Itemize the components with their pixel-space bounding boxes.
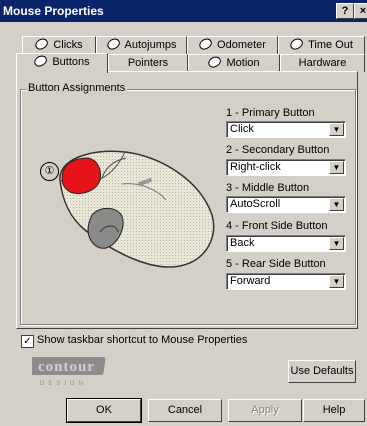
assignment-label-4: 4 - Front Side Button [226, 220, 328, 232]
tab-buttons[interactable]: Buttons [16, 53, 108, 73]
button-label: Apply [251, 404, 279, 416]
mouse-icon [206, 55, 224, 70]
tab-label: Time Out [308, 39, 353, 51]
dropdown-arrow-icon[interactable]: ▼ [329, 237, 344, 250]
tab-pointers[interactable]: Pointers [108, 54, 188, 72]
tab-label: Pointers [127, 57, 169, 69]
select-value: Forward [230, 275, 271, 287]
tab-autojumps[interactable]: Autojumps [96, 36, 187, 54]
dropdown-arrow-icon[interactable]: ▼ [329, 198, 344, 211]
use-defaults-button[interactable]: Use Defaults [288, 360, 356, 383]
button-label: Cancel [167, 404, 203, 416]
rear-side-button-select[interactable]: Forward ▼ [226, 273, 346, 290]
apply-button[interactable]: Apply [228, 399, 302, 422]
tab-clicks[interactable]: Clicks [22, 36, 96, 54]
assignment-label-3: 3 - Middle Button [226, 182, 310, 194]
mouse-icon [288, 37, 305, 52]
button-label: Help [322, 404, 346, 416]
dropdown-arrow-icon[interactable]: ▼ [329, 161, 344, 174]
middle-button-select[interactable]: AutoScroll ▼ [226, 196, 346, 213]
assignment-label-1: 1 - Primary Button [226, 107, 315, 119]
mouse-icon [104, 37, 122, 52]
mouse-illustration [59, 150, 215, 268]
select-value: Right-click [230, 161, 281, 173]
group-title: Button Assignments [26, 82, 128, 94]
assignment-label-2: 2 - Secondary Button [226, 144, 330, 156]
select-value: AutoScroll [230, 198, 281, 210]
tab-time-out[interactable]: Time Out [278, 36, 365, 54]
mouse-icon [32, 54, 49, 69]
help-icon: ? [341, 5, 349, 17]
svg-text:DESIGN: DESIGN [40, 381, 87, 387]
callout-number: ① [40, 162, 59, 181]
mouse-properties-window: Mouse Properties ? × Clicks Autojumps Od… [0, 0, 367, 426]
mouse-icon [33, 37, 50, 52]
cancel-button[interactable]: Cancel [148, 399, 222, 422]
tab-odometer[interactable]: Odometer [187, 36, 278, 54]
secondary-button-select[interactable]: Right-click ▼ [226, 159, 346, 176]
close-icon: × [359, 5, 367, 17]
primary-button-select[interactable]: Click ▼ [226, 121, 346, 138]
button-label: OK [96, 404, 112, 416]
dropdown-arrow-icon[interactable]: ▼ [329, 123, 344, 136]
dropdown-arrow-icon[interactable]: ▼ [329, 275, 344, 288]
title-bar: Mouse Properties ? × [0, 0, 367, 22]
taskbar-shortcut-checkbox[interactable]: ✓ [21, 335, 34, 348]
contour-design-logo: contour DESIGN [32, 357, 106, 387]
svg-text:contour: contour [38, 359, 95, 375]
tab-label: Hardware [298, 57, 347, 69]
help-title-button[interactable]: ? [336, 3, 354, 19]
window-title: Mouse Properties [3, 4, 104, 18]
checkmark-icon: ✓ [23, 336, 32, 347]
tab-label: Odometer [217, 39, 266, 51]
assignment-label-5: 5 - Rear Side Button [226, 258, 326, 270]
tab-motion[interactable]: Motion [188, 54, 280, 72]
mouse-icon [197, 37, 214, 52]
tab-label: Clicks [53, 39, 83, 51]
tab-label: Motion [226, 57, 260, 69]
tab-label: Buttons [52, 56, 90, 68]
tab-hardware[interactable]: Hardware [280, 54, 365, 72]
ok-button[interactable]: OK [66, 398, 142, 423]
taskbar-shortcut-label[interactable]: Show taskbar shortcut to Mouse Propertie… [37, 334, 247, 346]
help-button[interactable]: Help [303, 399, 365, 422]
tab-label: Autojumps [124, 39, 177, 51]
button-label: Use Defaults [290, 365, 354, 377]
close-title-button[interactable]: × [354, 3, 367, 19]
select-value: Click [230, 123, 254, 135]
select-value: Back [230, 237, 255, 249]
front-side-button-select[interactable]: Back ▼ [226, 235, 346, 252]
